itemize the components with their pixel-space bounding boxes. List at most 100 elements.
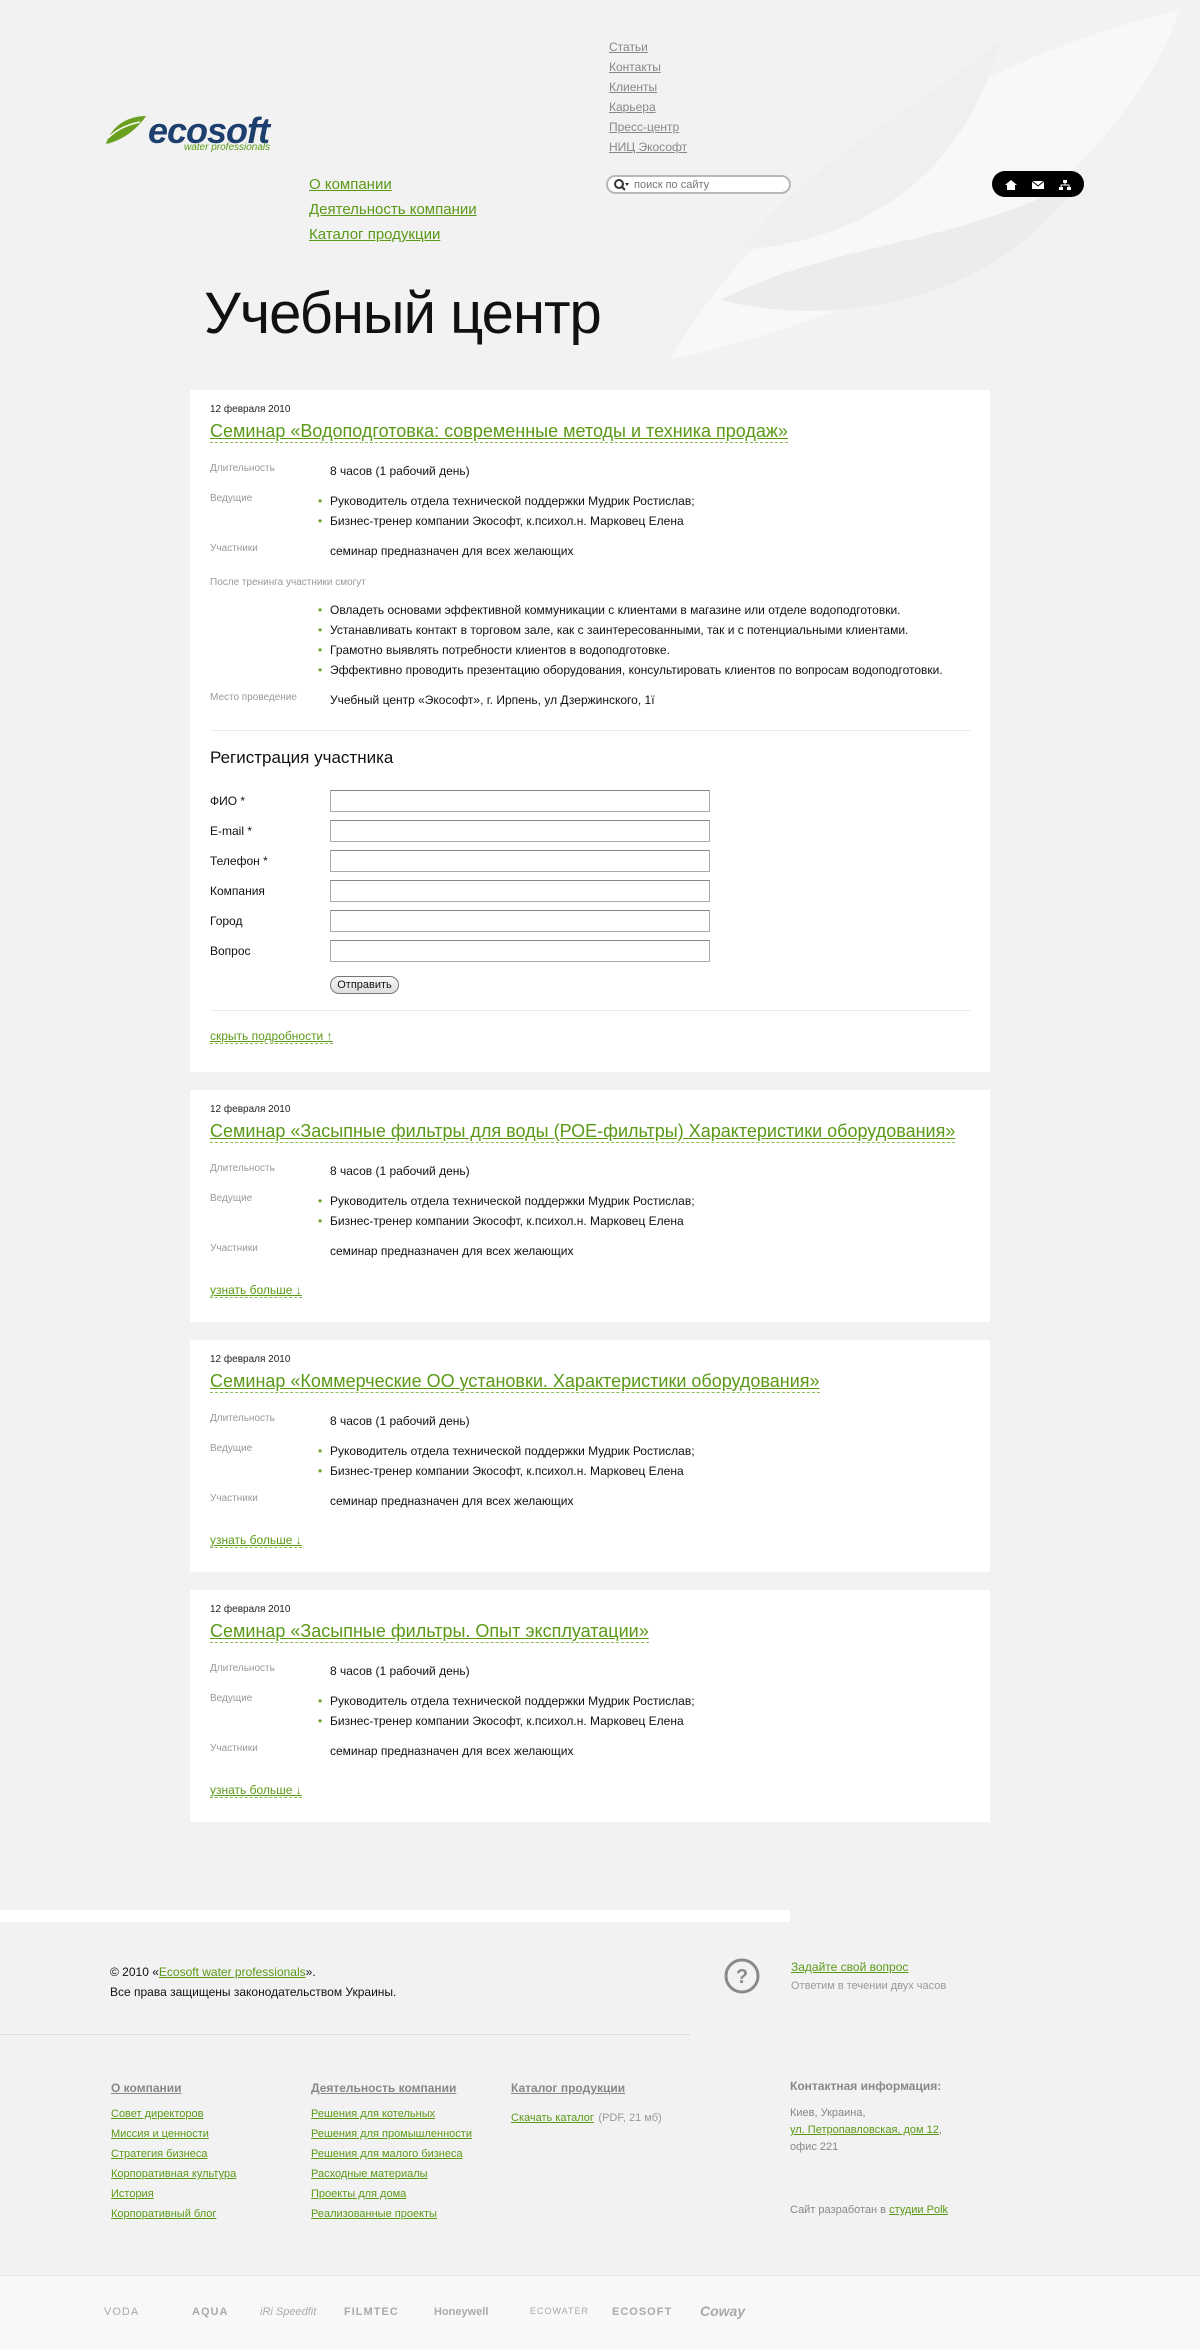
sitemap-icon[interactable] <box>1058 178 1072 190</box>
footer-link[interactable]: Миссия и ценности <box>111 2124 236 2144</box>
participants-value: семинар предназначен для всех желающих <box>330 1494 574 1508</box>
hosts-label: Ведущие <box>210 1443 253 1454</box>
footer-heading-about[interactable]: О компании <box>111 2078 182 2098</box>
footer-heading-catalog[interactable]: Каталог продукции <box>511 2078 625 2098</box>
city-label: Город <box>210 914 243 928</box>
duration-label: Длительность <box>210 1163 275 1174</box>
brand-logo[interactable]: Honeywell <box>434 2306 488 2318</box>
hide-details-link[interactable]: скрыть подробности ↑ <box>210 1029 333 1044</box>
city-field[interactable] <box>330 910 710 932</box>
question-label: Вопрос <box>210 944 251 958</box>
question-icon[interactable]: ? <box>724 1958 760 1994</box>
seminar-title[interactable]: Семинар «Коммерческие ОО установки. Хара… <box>210 1370 820 1393</box>
copyright-prefix: © 2010 « <box>110 1965 159 1979</box>
seminar-date: 12 февраля 2010 <box>210 1104 291 1115</box>
footer-link[interactable]: Реализованные проекты <box>311 2204 472 2224</box>
brand-logo[interactable]: ECOSOFT <box>612 2306 672 2318</box>
mail-icon[interactable] <box>1031 178 1045 190</box>
brand-logo[interactable]: AQUA <box>192 2306 228 2318</box>
seminar-title[interactable]: Семинар «Водоподготовка: современные мет… <box>210 420 788 443</box>
home-icon[interactable] <box>1004 178 1018 190</box>
name-field[interactable] <box>330 790 710 812</box>
duration-label: Длительность <box>210 463 275 474</box>
footer-link[interactable]: История <box>111 2184 236 2204</box>
top-link-clients[interactable]: Клиенты <box>609 77 687 97</box>
footer-link[interactable]: Решения для котельных <box>311 2104 472 2124</box>
seminar-card: 12 февраля 2010 Семинар «Водоподготовка:… <box>190 390 990 1072</box>
studio-link[interactable]: студии Polk <box>889 2204 948 2216</box>
top-link-articles[interactable]: Статьи <box>609 37 687 57</box>
nav-about[interactable]: О компании <box>309 172 477 197</box>
footer-link[interactable]: Стратегия бизнеса <box>111 2144 236 2164</box>
ecosoft-logo[interactable]: ecosoft water professionals <box>104 110 274 158</box>
brand-logo[interactable]: ECOWATER <box>530 2306 589 2316</box>
registration-form: ФИО * E-mail * Телефон * Компания Город … <box>210 786 971 994</box>
learn-more-link[interactable]: узнать больше ↓ <box>210 1783 302 1798</box>
footer-link[interactable]: Совет директоров <box>111 2104 236 2124</box>
participants-label: Участники <box>210 1243 258 1254</box>
seminar-title[interactable]: Семинар «Засыпные фильтры. Опыт эксплуат… <box>210 1620 649 1643</box>
footer-link[interactable]: Решения для малого бизнеса <box>311 2144 472 2164</box>
participants-label: Участники <box>210 1493 258 1504</box>
top-link-contacts[interactable]: Контакты <box>609 57 687 77</box>
seminar-card: 12 февраля 2010 Семинар «Засыпные фильтр… <box>190 1590 990 1822</box>
email-field[interactable] <box>330 820 710 842</box>
top-link-research[interactable]: НИЦ Экософт <box>609 137 687 157</box>
ask-question: Задайте свой вопрос Ответим в течении дв… <box>791 1960 946 1992</box>
logo-tagline: water professionals <box>184 142 271 153</box>
footer-link[interactable]: Корпоративная культура <box>111 2164 236 2184</box>
outcome-item: Грамотно выявлять потребности клиентов в… <box>318 640 971 660</box>
footer-divider <box>0 2034 690 2035</box>
duration-label: Длительность <box>210 1413 275 1424</box>
contact-street-link[interactable]: ул. Петропавловская, дом 12 <box>790 2124 939 2136</box>
contact-info: Контактная информация: Киев, Украина, ул… <box>790 2078 942 2156</box>
host-item: Бизнес-тренер компании Экософт, к.психол… <box>318 511 695 531</box>
footer-heading-activity[interactable]: Деятельность компании <box>311 2078 456 2098</box>
hosts-label: Ведущие <box>210 493 253 504</box>
company-field[interactable] <box>330 880 710 902</box>
participants-label: Участники <box>210 543 258 554</box>
outcome-item: Устанавливать контакт в торговом зале, к… <box>318 620 971 640</box>
footer-col-activity: Деятельность компании Решения для котель… <box>311 2078 472 2224</box>
footer-link[interactable]: Расходные материалы <box>311 2164 472 2184</box>
contact-heading: Контактная информация: <box>790 2079 942 2093</box>
learn-more-link[interactable]: узнать больше ↓ <box>210 1533 302 1548</box>
seminar-title[interactable]: Семинар «Засыпные фильтры для воды (РОЕ-… <box>210 1120 956 1143</box>
main-nav: О компании Деятельность компании Каталог… <box>309 172 477 247</box>
nav-activity[interactable]: Деятельность компании <box>309 197 477 222</box>
learn-more-link[interactable]: узнать больше ↓ <box>210 1283 302 1298</box>
company-label: Компания <box>210 884 265 898</box>
footer-link[interactable]: Решения для промышленности <box>311 2124 472 2144</box>
download-catalog-link[interactable]: Скачать каталог <box>511 2112 594 2124</box>
submit-button[interactable]: Отправить <box>330 976 399 994</box>
rights-text: Все права защищены законодательством Укр… <box>110 1985 397 1999</box>
outcome-item: Овладеть основами эффективной коммуникац… <box>318 600 971 620</box>
divider <box>210 1010 971 1011</box>
email-label: E-mail * <box>210 824 253 838</box>
footer-link[interactable]: Проекты для дома <box>311 2184 472 2204</box>
copyright: © 2010 «Ecosoft water professionals». Вс… <box>110 1962 396 2002</box>
place-label: Место проведение <box>210 692 297 703</box>
brand-logo[interactable]: Coway <box>700 2303 745 2319</box>
top-links: Статьи Контакты Клиенты Карьера Пресс-це… <box>609 37 687 157</box>
copyright-link[interactable]: Ecosoft water professionals <box>159 1965 306 1979</box>
contact-city: Киев, Украина, <box>790 2107 866 2119</box>
phone-label: Телефон * <box>210 854 268 868</box>
ask-question-link[interactable]: Задайте свой вопрос <box>791 1960 946 1974</box>
phone-field[interactable] <box>330 850 710 872</box>
duration-label: Длительность <box>210 1663 275 1674</box>
seminar-card: 12 февраля 2010 Семинар «Засыпные фильтр… <box>190 1090 990 1322</box>
brand-logo[interactable]: VODA <box>104 2306 139 2318</box>
search-icon[interactable] <box>613 178 629 192</box>
top-link-career[interactable]: Карьера <box>609 97 687 117</box>
search-box[interactable] <box>606 175 791 194</box>
ask-question-note: Ответим в течении двух часов <box>791 1980 947 1992</box>
footer-link[interactable]: Корпоративный блог <box>111 2204 236 2224</box>
search-input[interactable] <box>634 178 784 192</box>
question-field[interactable] <box>330 940 710 962</box>
top-link-press[interactable]: Пресс-центр <box>609 117 687 137</box>
brand-logo[interactable]: iRi Speedfit <box>260 2306 316 2318</box>
studio-prefix: Сайт разработан в <box>790 2204 890 2216</box>
brand-logo[interactable]: FILMTEC <box>344 2306 399 2318</box>
nav-catalog[interactable]: Каталог продукции <box>309 222 477 247</box>
